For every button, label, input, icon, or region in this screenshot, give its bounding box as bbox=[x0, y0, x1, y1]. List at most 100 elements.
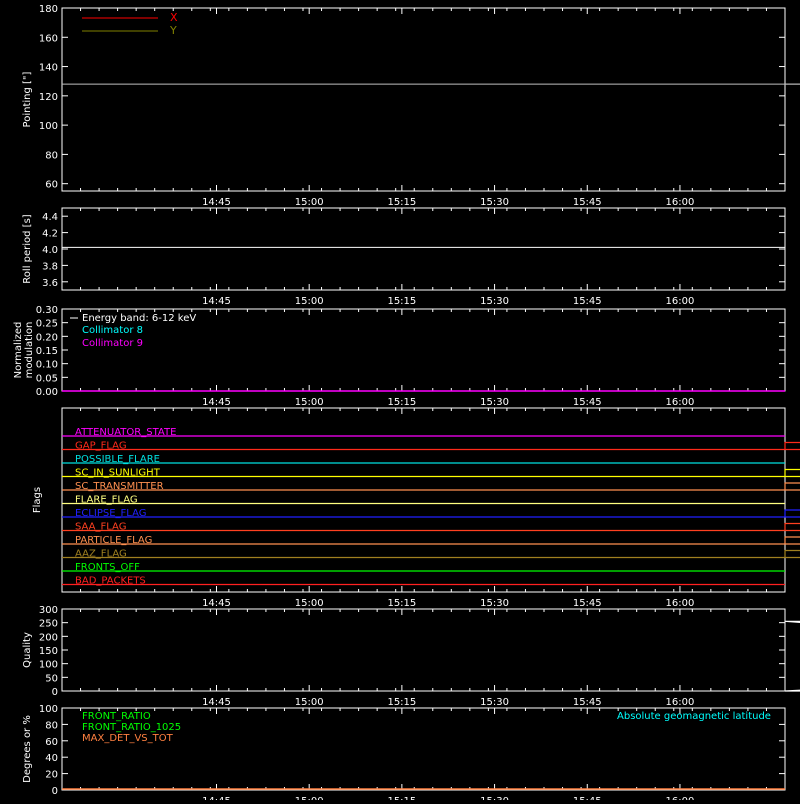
quality-y-tick-label: 300 bbox=[39, 605, 58, 616]
modulation-y-tick-label: 0.15 bbox=[36, 346, 58, 357]
flag-trace-particle-flag bbox=[62, 536, 800, 545]
geo-x-tick-label: 16:00 bbox=[666, 796, 695, 800]
geo-x-tick-label: 15:45 bbox=[573, 796, 602, 800]
roll-x-tick-label: 15:30 bbox=[480, 296, 509, 307]
geo-y-tick-label: 40 bbox=[45, 753, 58, 764]
legend-max-det-vs-tot: MAX_DET_VS_TOT bbox=[82, 733, 174, 744]
modulation-x-tick-label: 15:30 bbox=[480, 397, 509, 408]
flags-x-tick-label: 14:45 bbox=[202, 598, 231, 609]
flag-trace-eclipse-flag bbox=[62, 509, 800, 518]
quality-x-tick-label: 16:00 bbox=[666, 697, 695, 708]
roll-x-tick-label: 14:45 bbox=[202, 296, 231, 307]
quality-x-tick-label: 15:15 bbox=[387, 697, 416, 708]
roll-y-tick-label: 4.0 bbox=[42, 245, 58, 256]
modulation-x-tick-label: 15:45 bbox=[573, 397, 602, 408]
pointing-ylabel: Pointing ["] bbox=[22, 71, 33, 127]
flag-label-attenuator-state: ATTENUATOR_STATE bbox=[75, 427, 176, 438]
geo-ylabel: Degrees or % bbox=[22, 715, 33, 783]
pointing-y-tick-label: 180 bbox=[39, 4, 58, 15]
geo-x-tick-label: 15:15 bbox=[387, 796, 416, 800]
roll-x-tick-label: 15:00 bbox=[295, 296, 324, 307]
panel-modulation: 14:45 15:00 15:15 15:30 15:45 16:00 0.00 0.05 0.… bbox=[13, 305, 786, 408]
roll-frame bbox=[61, 207, 786, 291]
plot-canvas: 14:45 15:00 15:15 15:30 15:45 16:00 60 80 100 120… bbox=[13, 4, 800, 804]
quality-y-tick-label: 250 bbox=[39, 619, 58, 630]
pointing-x-tick-label: 15:15 bbox=[387, 197, 416, 208]
flag-label-fronts-off: FRONTS_OFF bbox=[75, 562, 140, 573]
geo-x-tick-label: 15:00 bbox=[295, 796, 324, 800]
flag-trace-sc-in-sunlight bbox=[62, 468, 800, 478]
roll-y-tick-label: 4.2 bbox=[42, 229, 58, 240]
quality-trace bbox=[784, 620, 800, 692]
legend-label-y: Y bbox=[169, 24, 177, 37]
quality-frame bbox=[61, 608, 786, 692]
quality-x-tick-label: 14:45 bbox=[202, 697, 231, 708]
legend-collimator-9: Collimator 9 bbox=[82, 338, 143, 349]
modulation-x-tick-label: 15:15 bbox=[387, 397, 416, 408]
flag-label-sc-transmitter: SC_TRANSMITTER bbox=[75, 481, 164, 492]
flags-x-tick-label: 15:00 bbox=[295, 598, 324, 609]
modulation-y-tick-label: 0.05 bbox=[36, 373, 58, 384]
quality-y-tick-label: 200 bbox=[39, 632, 58, 643]
panel-pointing: 14:45 15:00 15:15 15:30 15:45 16:00 60 80 100 120… bbox=[22, 4, 800, 208]
modulation-x-tick-label: 15:00 bbox=[295, 397, 324, 408]
flags-x-tick-label: 15:45 bbox=[573, 598, 602, 609]
flags-x-tick-label: 15:30 bbox=[480, 598, 509, 609]
flag-label-particle-flag: PARTICLE_FLAG bbox=[75, 535, 152, 546]
roll-ylabel: Roll period [s] bbox=[22, 214, 33, 283]
quality-x-tick-label: 15:45 bbox=[573, 697, 602, 708]
flag-label-eclipse-flag: ECLIPSE_FLAG bbox=[75, 508, 146, 519]
flag-label-possible-flare: POSSIBLE_FLARE bbox=[75, 454, 160, 465]
roll-y-tick-label: 3.6 bbox=[42, 278, 58, 289]
flag-trace-gap-flag bbox=[62, 441, 800, 451]
panel-flags: 14:45 15:00 15:15 15:30 15:45 16:00 Flags ATTEN… bbox=[32, 407, 800, 609]
flag-trace-aaz-flag bbox=[62, 549, 800, 559]
modulation-ylabel: modulation bbox=[24, 322, 35, 379]
legend-front-ratio: FRONT_RATIO bbox=[82, 711, 151, 722]
panel-geo: 14:45 15:00 15:15 15:30 15:45 16:00 0 20 40 60 80 1… bbox=[22, 704, 786, 804]
roll-x-tick-label: 15:15 bbox=[387, 296, 416, 307]
quality-y-tick-label: 0 bbox=[52, 687, 58, 698]
panel-roll: 14:45 15:00 15:15 15:30 15:45 16:00 3.6 3.8 4.0 4… bbox=[22, 207, 786, 307]
flag-label-sc-in-sunlight: SC_IN_SUNLIGHT bbox=[75, 468, 161, 479]
geo-y-tick-label: 100 bbox=[39, 704, 58, 715]
modulation-y-tick-label: 0.00 bbox=[36, 387, 58, 398]
geo-y-tick-label: 0 bbox=[52, 786, 58, 797]
legend-geomagnetic-latitude: Absolute geomagnetic latitude bbox=[617, 711, 771, 722]
roll-x-tick-label: 15:45 bbox=[573, 296, 602, 307]
pointing-x-tick-label: 15:00 bbox=[295, 197, 324, 208]
quality-ylabel: Quality bbox=[22, 632, 33, 668]
geo-y-tick-label: 20 bbox=[45, 770, 58, 781]
panel-quality: 14:45 15:00 15:15 15:30 15:45 16:00 0 50 100 150 2… bbox=[22, 605, 800, 708]
flag-label-bad-packets: BAD_PACKETS bbox=[75, 576, 146, 587]
flag-trace-sc-transmitter bbox=[62, 482, 800, 491]
flags-x-tick-label: 15:15 bbox=[387, 598, 416, 609]
quality-y-tick-label: 150 bbox=[39, 646, 58, 657]
flag-trace-saa-flag bbox=[62, 522, 800, 532]
quality-y-tick-label: 50 bbox=[45, 673, 58, 684]
pointing-x-tick-label: 16:00 bbox=[666, 197, 695, 208]
legend-front-ratio-1025: FRONT_RATIO_1025 bbox=[82, 722, 181, 733]
modulation-y-tick-label: 0.10 bbox=[36, 360, 58, 371]
pointing-y-tick-label: 120 bbox=[39, 92, 58, 103]
pointing-y-tick-label: 100 bbox=[39, 121, 58, 132]
modulation-y-tick-label: 0.25 bbox=[36, 319, 58, 330]
pointing-y-tick-label: 80 bbox=[45, 150, 58, 161]
modulation-ylabel: Normalized bbox=[13, 322, 24, 379]
roll-y-tick-label: 3.8 bbox=[42, 261, 58, 272]
legend-label-x: X bbox=[170, 11, 178, 24]
modulation-y-tick-label: 0.30 bbox=[36, 305, 58, 316]
flag-label-flare-flag: FLARE_FLAG bbox=[75, 495, 138, 506]
flags-x-tick-label: 16:00 bbox=[666, 598, 695, 609]
energy-band-annotation: Energy band: 6-12 keV bbox=[82, 313, 196, 324]
modulation-y-tick-label: 0.20 bbox=[36, 332, 58, 343]
flags-ylabel: Flags bbox=[32, 487, 43, 513]
multi-panel-plot: 14:45 15:00 15:15 15:30 15:45 16:00 60 80 100 120… bbox=[0, 0, 800, 804]
roll-x-tick-label: 16:00 bbox=[666, 296, 695, 307]
pointing-x-tick-label: 15:45 bbox=[573, 197, 602, 208]
geo-y-tick-label: 60 bbox=[45, 737, 58, 748]
pointing-y-tick-label: 60 bbox=[45, 180, 58, 191]
flag-label-aaz-flag: AAZ_FLAG bbox=[75, 549, 127, 560]
geo-x-tick-label: 15:30 bbox=[480, 796, 509, 800]
quality-y-tick-label: 100 bbox=[39, 660, 58, 671]
